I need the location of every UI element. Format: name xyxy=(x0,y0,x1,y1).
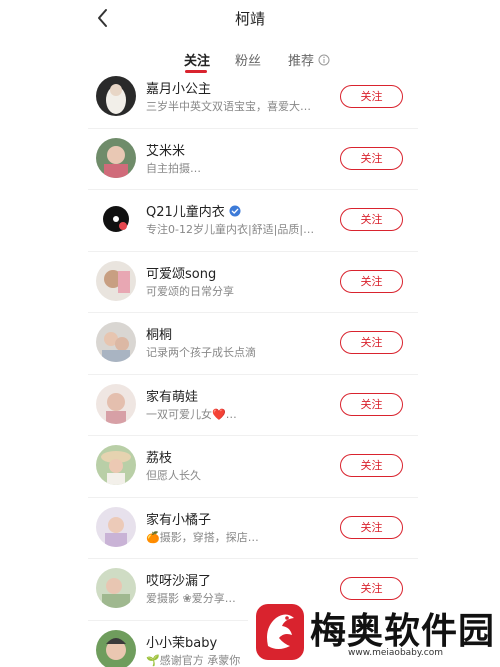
avatar[interactable] xyxy=(96,445,136,485)
user-row[interactable]: Q21儿童内衣 专注0-12岁儿童内衣|舒适|品质|… 关注 xyxy=(88,190,418,252)
user-name[interactable]: 桐桐 xyxy=(146,324,172,343)
user-name[interactable]: 艾米米 xyxy=(146,140,185,159)
user-description: 可爱颂的日常分享 xyxy=(146,284,234,298)
watermark-url: www.meiaobaby.com xyxy=(348,648,444,658)
follow-button[interactable]: 关注 xyxy=(340,454,403,477)
user-row[interactable]: 家有萌娃 一双可爱儿女❤️… 关注 xyxy=(88,375,418,436)
user-name[interactable]: 嘉月小公主 xyxy=(146,78,211,97)
user-description: 三岁半中英文双语宝宝，喜爱大… xyxy=(146,100,311,113)
user-name-text: Q21儿童内衣 xyxy=(146,205,225,220)
user-name[interactable]: 家有萌娃 xyxy=(146,386,198,405)
user-description: 专注0-12岁儿童内衣|舒适|品质|… xyxy=(146,223,315,236)
info-circle-icon xyxy=(318,54,330,65)
user-description: 🍊摄影，穿搭，探店… xyxy=(146,530,259,544)
user-row[interactable]: 可爱颂song 可爱颂的日常分享 关注 xyxy=(88,252,418,313)
user-name[interactable]: 荔枝 xyxy=(146,447,172,466)
follow-button[interactable]: 关注 xyxy=(340,331,403,354)
avatar[interactable] xyxy=(96,260,136,301)
avatar[interactable] xyxy=(96,383,136,424)
avatar[interactable] xyxy=(96,629,136,667)
user-name[interactable]: 哎呀沙漏了 xyxy=(146,570,211,589)
user-description: 但愿人长久 xyxy=(146,469,201,482)
avatar[interactable] xyxy=(96,568,136,608)
user-name[interactable]: 小小茉baby xyxy=(146,632,217,651)
follow-button[interactable]: 关注 xyxy=(340,515,403,539)
follow-button[interactable]: 关注 xyxy=(340,146,403,170)
follow-button[interactable]: 关注 xyxy=(340,269,403,293)
user-row[interactable]: 荔枝 但愿人长久 关注 xyxy=(88,436,418,498)
dragon-logo-icon xyxy=(256,604,304,660)
avatar[interactable] xyxy=(96,199,136,239)
user-description: 自主拍摄… xyxy=(146,161,201,175)
avatar[interactable] xyxy=(96,322,136,362)
user-name[interactable]: Q21儿童内衣 xyxy=(146,201,241,220)
top-bar: 柯靖 xyxy=(0,0,500,40)
follow-button[interactable]: 关注 xyxy=(340,208,403,231)
avatar[interactable] xyxy=(96,506,136,547)
avatar[interactable] xyxy=(96,137,136,178)
user-name[interactable]: 家有小橘子 xyxy=(146,509,211,528)
user-row[interactable]: 嘉月小公主 三岁半中英文双语宝宝，喜爱大… 关注 xyxy=(88,67,418,129)
verified-badge-icon xyxy=(229,205,241,216)
watermark: 梅奥软件园 www.meiaobaby.com xyxy=(248,600,500,667)
user-row[interactable]: 艾米米 自主拍摄… 关注 xyxy=(88,129,418,190)
user-row[interactable]: 家有小橘子 🍊摄影，穿搭，探店… 关注 xyxy=(88,498,418,559)
follow-button[interactable]: 关注 xyxy=(340,392,403,416)
follow-button[interactable]: 关注 xyxy=(340,577,403,600)
following-list: 嘉月小公主 三岁半中英文双语宝宝，喜爱大… 关注 艾米米 自主拍摄… 关注 Q2… xyxy=(88,67,418,667)
user-row[interactable]: 桐桐 记录两个孩子成长点滴 关注 xyxy=(88,313,418,375)
page-title: 柯靖 xyxy=(234,10,265,28)
user-description: 记录两个孩子成长点滴 xyxy=(146,346,256,359)
follow-button[interactable]: 关注 xyxy=(340,85,403,108)
user-name[interactable]: 可爱颂song xyxy=(146,263,216,282)
user-description: 一双可爱儿女❤️… xyxy=(146,407,237,421)
watermark-text: 梅奥软件园 xyxy=(310,611,496,652)
avatar[interactable] xyxy=(96,76,136,116)
